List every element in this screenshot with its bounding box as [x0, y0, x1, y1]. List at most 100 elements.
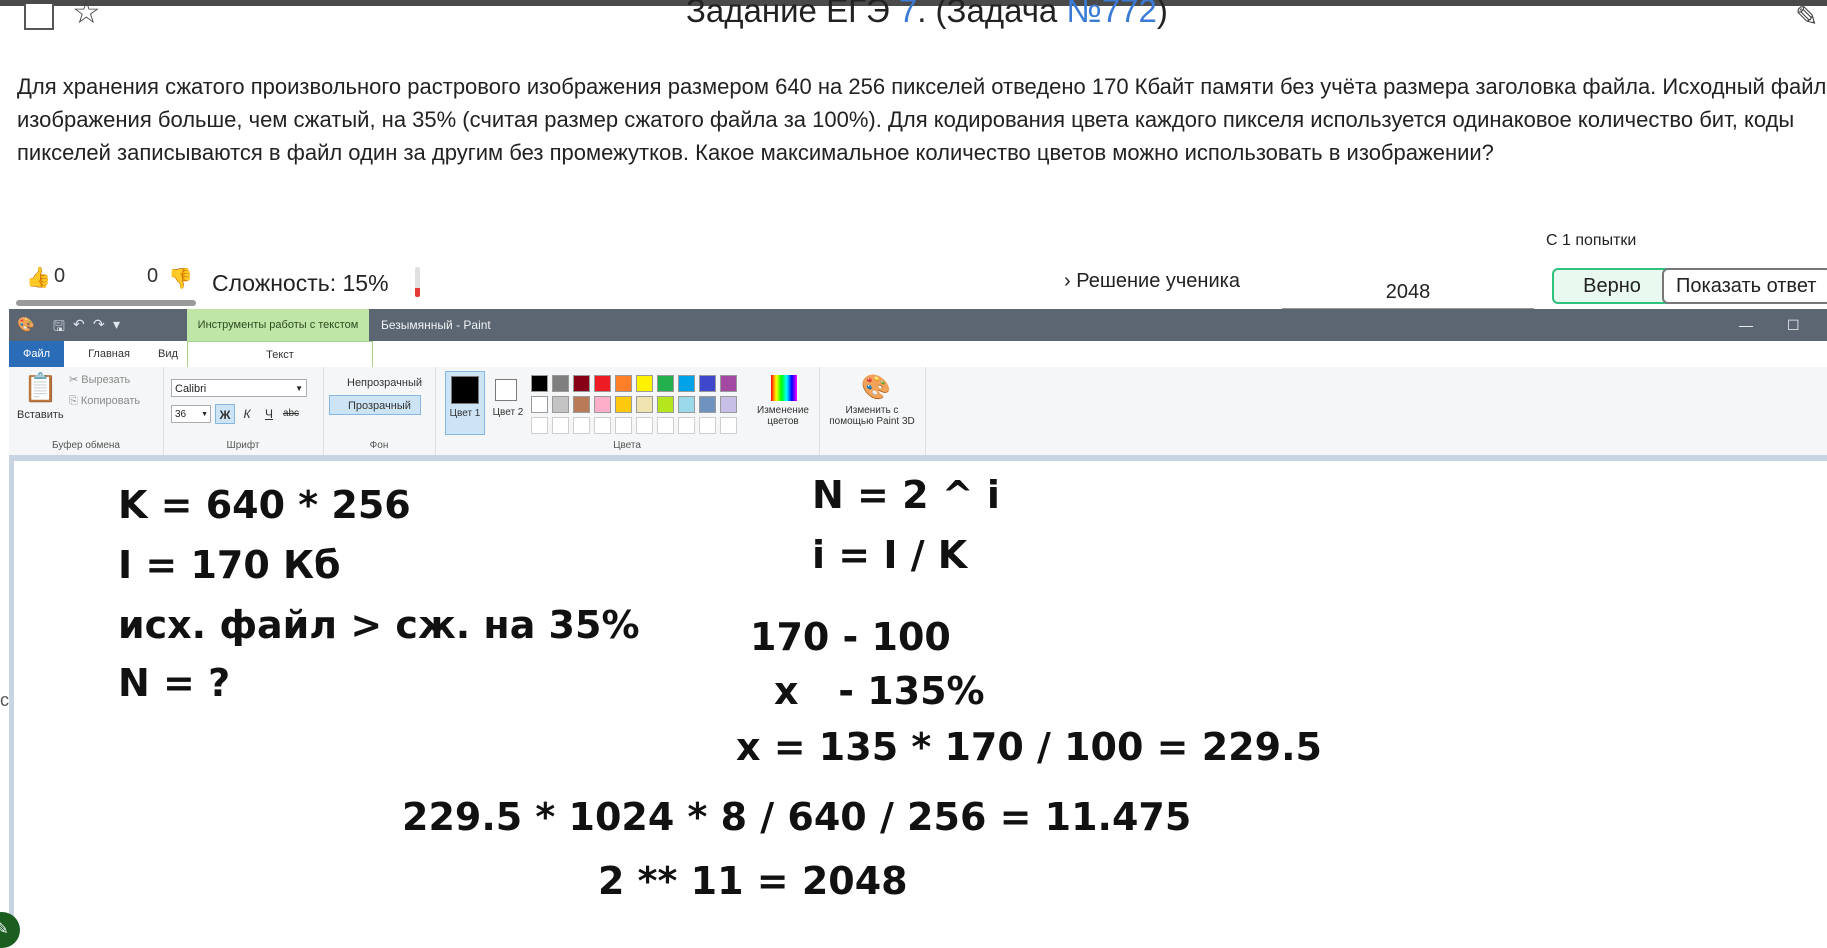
show-answer-button[interactable]: Показать ответ	[1662, 268, 1827, 304]
palette-swatch[interactable]	[594, 396, 611, 413]
color1-button[interactable]: Цвет 1	[445, 371, 485, 435]
palette-swatch[interactable]	[699, 417, 716, 434]
paint3d-icon: 🎨	[861, 374, 891, 401]
copy-label: Копировать	[80, 395, 141, 407]
palette-swatch[interactable]	[678, 417, 695, 434]
palette-swatch[interactable]	[720, 396, 737, 413]
palette-swatch[interactable]	[594, 417, 611, 434]
paint-window: 🎨 🖫 ↶ ↷ ▾ Инструменты работы с текстом Б…	[9, 309, 1827, 943]
minimize-icon[interactable]: —	[1739, 309, 1753, 341]
palette-swatch[interactable]	[636, 396, 653, 413]
note-proportion-2: x - 135%	[774, 669, 985, 713]
palette-swatch[interactable]	[720, 417, 737, 434]
opaque-option[interactable]: Непрозрачный	[329, 373, 422, 393]
title-prefix: Задание ЕГЭ	[686, 0, 899, 29]
palette-swatch[interactable]	[636, 375, 653, 392]
palette-swatch[interactable]	[678, 396, 695, 413]
palette-swatch[interactable]	[531, 417, 548, 434]
task-number-link[interactable]: №772	[1066, 0, 1156, 29]
palette-swatch[interactable]	[573, 375, 590, 392]
paint-app-icon: 🎨	[17, 316, 35, 332]
title-middle: . (Задача	[917, 0, 1067, 29]
palette-swatch[interactable]	[615, 417, 632, 434]
note-n-question: N = ?	[118, 661, 231, 705]
font-size-select[interactable]: 36 ▼	[171, 405, 211, 423]
tab-file[interactable]: Файл	[9, 341, 64, 367]
paint3d-button[interactable]: 🎨 Изменить с помощью Paint 3D	[825, 371, 919, 441]
palette-swatch[interactable]	[699, 375, 716, 392]
paint3d-group: 🎨 Изменить с помощью Paint 3D	[819, 367, 926, 455]
note-x-calc: x = 135 * 170 / 100 = 229.5	[736, 725, 1322, 769]
paste-button[interactable]: Вставить	[17, 409, 64, 421]
task-checkbox[interactable]	[24, 4, 54, 30]
task-title: Задание ЕГЭ 7. (Задача №772)	[686, 0, 1168, 30]
correct-button[interactable]: Верно	[1552, 268, 1672, 304]
palette-swatch[interactable]	[594, 375, 611, 392]
student-solution-toggle[interactable]: › Решение ученика	[1064, 270, 1240, 293]
cut-button[interactable]: ✂ Вырезать	[69, 373, 130, 386]
palette-swatch[interactable]	[678, 375, 695, 392]
redo-icon[interactable]: ↷	[93, 316, 105, 333]
note-bits-calc: 229.5 * 1024 * 8 / 640 / 256 = 11.475	[402, 795, 1192, 839]
chevron-down-icon: ▼	[295, 384, 303, 393]
paint-window-title: Безымянный - Paint	[381, 318, 491, 332]
palette-swatch[interactable]	[615, 375, 632, 392]
edit-colors-button[interactable]: Изменение цветов	[751, 371, 815, 435]
bold-button[interactable]: Ж	[215, 404, 235, 424]
color-wheel-icon	[771, 375, 797, 401]
font-group-label: Шрифт	[226, 440, 260, 451]
attempts-label: С 1 попытки	[1546, 232, 1637, 249]
palette-swatch[interactable]	[573, 396, 590, 413]
paste-icon[interactable]: 📋	[23, 371, 58, 404]
student-solution-label: Решение ученика	[1076, 270, 1240, 292]
palette-swatch[interactable]	[573, 417, 590, 434]
undo-icon[interactable]: ↶	[73, 316, 85, 333]
likes-count: 0	[54, 265, 66, 287]
italic-button[interactable]: К	[237, 404, 257, 424]
edit-colors-label: Изменение цветов	[757, 405, 809, 427]
transparent-option[interactable]: Прозрачный	[329, 395, 421, 415]
answer-input[interactable]	[1282, 276, 1534, 309]
star-icon[interactable]: ☆	[72, 0, 101, 28]
font-family-value: Calibri	[175, 383, 207, 395]
palette-swatch[interactable]	[657, 396, 674, 413]
palette-swatch[interactable]	[657, 417, 674, 434]
palette-swatch[interactable]	[531, 375, 548, 392]
thumbs-down-icon[interactable]: 👎	[168, 266, 193, 291]
palette-swatch[interactable]	[552, 396, 569, 413]
palette-swatch[interactable]	[636, 417, 653, 434]
difficulty-label: Сложность: 15%	[212, 270, 389, 296]
text-tools-context-tab: Инструменты работы с текстом	[187, 309, 369, 341]
palette-swatch[interactable]	[552, 375, 569, 392]
font-family-select[interactable]: Calibri ▼	[171, 379, 307, 397]
color-palette	[531, 375, 751, 445]
paint3d-label: Изменить с помощью Paint 3D	[829, 405, 915, 427]
quick-access-dropdown-icon[interactable]: ▾	[113, 316, 120, 333]
tab-home[interactable]: Главная	[69, 341, 149, 367]
maximize-icon[interactable]: ☐	[1787, 309, 1800, 341]
strikethrough-button[interactable]: abc	[281, 404, 301, 424]
thumbs-up-icon[interactable]: 👍	[26, 265, 51, 290]
exam-number-link[interactable]: 7	[899, 0, 917, 29]
tab-view[interactable]: Вид	[149, 341, 187, 367]
save-icon[interactable]: 🖫	[53, 316, 65, 340]
palette-swatch[interactable]	[552, 417, 569, 434]
tab-text[interactable]: Текст	[187, 341, 373, 369]
palette-swatch[interactable]	[531, 396, 548, 413]
drawing-canvas[interactable]: K = 640 * 256 I = 170 Кб исх. файл > сж.…	[14, 461, 1827, 943]
palette-swatch[interactable]	[699, 396, 716, 413]
palette-swatch[interactable]	[657, 375, 674, 392]
edit-pencil-icon[interactable]: ✎	[1795, 0, 1818, 33]
palette-swatch[interactable]	[720, 375, 737, 392]
cut-label: Вырезать	[81, 374, 131, 386]
clipboard-group: 📋 Вставить ✂ Вырезать ⎘ Копировать Буфер…	[9, 367, 164, 455]
note-k: K = 640 * 256	[118, 483, 411, 527]
underline-button[interactable]: Ч	[259, 404, 279, 424]
copy-button[interactable]: ⎘ Копировать	[69, 395, 140, 408]
color2-button[interactable]: Цвет 2	[489, 371, 527, 435]
palette-swatch[interactable]	[615, 396, 632, 413]
problem-text: Для хранения сжатого произвольного растр…	[17, 74, 1827, 165]
ribbon-tabs: Файл Главная Вид Текст	[9, 341, 1827, 369]
ribbon: 📋 Вставить ✂ Вырезать ⎘ Копировать Буфер…	[9, 367, 1827, 456]
chevron-down-icon: ▼	[201, 411, 208, 418]
